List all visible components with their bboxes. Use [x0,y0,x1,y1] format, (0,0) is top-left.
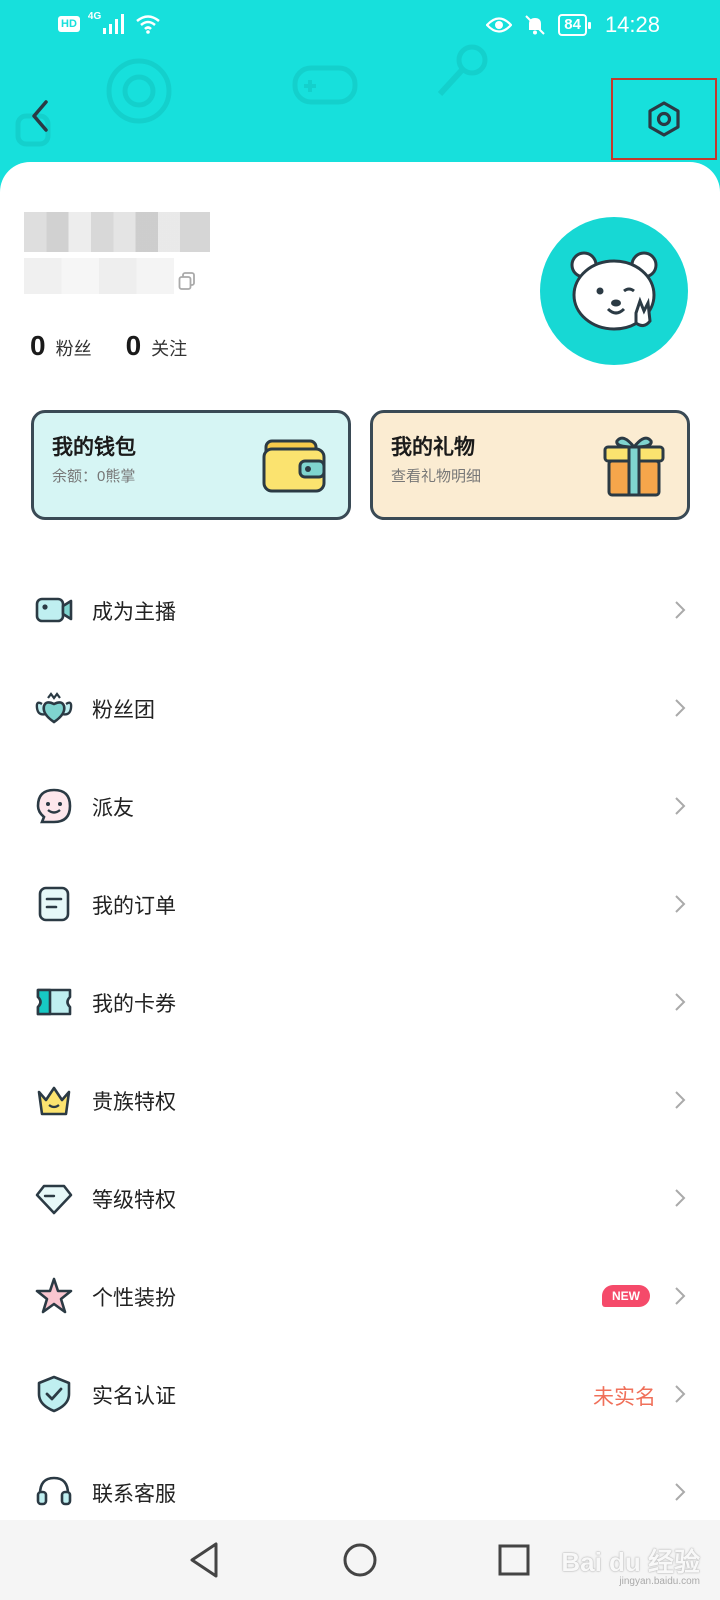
wallet-icon [262,439,326,493]
fan-group-icon [35,692,73,724]
menu-label-coupons: 我的卡券 [92,993,176,1016]
menu-label-real-name-auth: 实名认证 [92,1385,176,1408]
chevron-right-icon [675,1189,686,1207]
menu-label-noble-privilege: 贵族特权 [92,1091,176,1114]
chevron-right-icon [675,797,686,815]
diamond-icon [35,1184,73,1215]
chevron-right-icon [675,1091,686,1109]
fans-label: 粉丝 [55,339,92,359]
gamepad-deco-icon [292,65,358,105]
following-label: 关注 [151,339,188,359]
chevron-right-icon [675,601,686,619]
record-deco-icon [106,58,172,124]
menu-label-friends: 派友 [92,797,134,820]
order-icon [38,886,70,922]
menu-item-become-host[interactable]: 成为主播 [0,560,720,660]
video-camera-icon [35,597,73,623]
crown-icon [37,1086,71,1116]
menu-item-customer-service[interactable]: 联系客服 [0,1442,720,1520]
menu-item-orders[interactable]: 我的订单 [0,854,720,954]
back-button[interactable] [22,92,62,140]
eye-icon [486,17,513,33]
fans-stat[interactable]: 0 粉丝 [30,330,92,362]
wallet-balance: 余额：0熊掌 [52,468,136,485]
menu-label-become-host: 成为主播 [92,601,176,624]
wifi-icon [136,15,161,34]
menu-label-dress-up: 个性装扮 [92,1287,176,1310]
chevron-right-icon [675,993,686,1011]
chevron-left-icon [32,100,48,132]
status-time: 14:28 [604,12,660,37]
star-icon [35,1277,73,1314]
nav-back-icon[interactable] [182,1536,230,1584]
bell-muted-icon [525,15,545,35]
ticket-icon [36,988,72,1016]
gift-title: 我的礼物 [391,436,475,459]
gift-box-icon [603,436,665,497]
menu-item-dress-up[interactable]: 个性装扮 NEW [0,1246,720,1346]
menu-item-friends[interactable]: 派友 [0,756,720,856]
avatar[interactable] [540,217,688,365]
verification-status: 未实名 [593,1386,656,1409]
new-badge: NEW [602,1285,650,1307]
system-nav-bar: Bai du 经验 jingyan.baidu.com [0,1520,720,1600]
chevron-right-icon [675,1483,686,1501]
menu-item-noble-privilege[interactable]: 贵族特权 [0,1050,720,1150]
watermark-url: jingyan.baidu.com [619,1576,700,1587]
network-type: 4G [87,10,102,22]
menu-item-coupons[interactable]: 我的卡券 [0,952,720,1052]
battery-indicator: 84 [558,14,591,36]
menu-label-level-privilege: 等级特权 [92,1189,176,1212]
wallet-card[interactable]: 我的钱包 余额：0熊掌 [31,410,351,520]
settings-icon [648,101,680,137]
chevron-right-icon [675,699,686,717]
nav-home-icon[interactable] [336,1536,384,1584]
settings-button[interactable] [611,78,717,160]
menu-item-level-privilege[interactable]: 等级特权 [0,1148,720,1248]
menu-label-orders: 我的订单 [92,895,176,918]
menu-label-customer-service: 联系客服 [92,1483,176,1506]
profile-stats: 0 粉丝 0 关注 [30,330,187,362]
gift-subtitle: 查看礼物明细 [391,468,482,485]
fans-count: 0 [30,330,46,361]
hd-badge: HD [58,16,80,32]
user-id-redacted [24,258,174,294]
copy-icon[interactable] [178,272,196,290]
menu-label-fan-group: 粉丝团 [92,699,155,722]
signal-icon [103,14,125,34]
polar-bear-avatar-icon [570,251,658,331]
shield-check-icon [37,1375,71,1413]
menu-item-real-name-auth[interactable]: 实名认证 未实名 [0,1344,720,1444]
gift-card[interactable]: 我的礼物 查看礼物明细 [370,410,690,520]
nav-recents-icon[interactable] [490,1536,538,1584]
friend-smile-icon [36,788,72,824]
menu-item-fan-group[interactable]: 粉丝团 [0,658,720,758]
following-stat[interactable]: 0 关注 [126,330,188,362]
watermark-logo: Bai du 经验 [561,1547,700,1577]
wallet-title: 我的钱包 [52,436,136,459]
status-bar: HD 4G 84 14:28 [0,0,720,56]
chevron-right-icon [675,1385,686,1403]
chevron-right-icon [675,895,686,913]
chevron-right-icon [675,1287,686,1305]
headset-icon [36,1476,72,1506]
following-count: 0 [125,330,142,361]
username-redacted [24,212,210,252]
